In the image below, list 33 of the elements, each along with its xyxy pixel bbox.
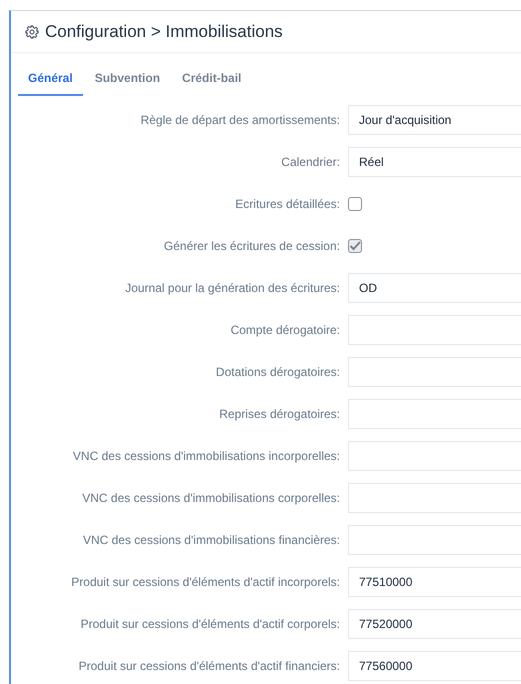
field-label: Produit sur cessions d'éléments d'actif corporels: [80,617,340,631]
input-field[interactable]: Jour d'acquisition [348,105,521,135]
input-field[interactable] [348,441,521,471]
field-label: Calendrier: [280,155,340,169]
tab[interactable]: Général [18,65,83,96]
field-label: Compte dérogatoire: [230,323,340,337]
tab[interactable]: Crédit-bail [172,65,252,96]
input-field[interactable]: 77510000 [348,567,521,597]
field-label: Produit sur cessions d'éléments d'actif financiers: [78,659,340,673]
settings-icon [25,24,39,38]
field-label: Ecritures détaillées: [234,197,340,211]
field-label: Produit sur cessions d'éléments d'actif incorporels: [70,575,340,589]
field-label: VNC des cessions d'immobilisations financières: [82,533,340,547]
input-field[interactable] [348,525,521,555]
field-label: Journal pour la génération des écritures: [124,281,340,295]
field-label: VNC des cessions d'immobilisations corporelles: [81,491,340,505]
input-field[interactable] [348,399,521,429]
checkbox[interactable] [348,239,362,253]
field-label: Générer les écritures de cession: [162,239,340,253]
field-label: Dotations dérogatoires: [214,365,340,379]
input-field[interactable]: 77560000 [348,651,521,681]
field-label: Reprises dérogatoires: [218,407,340,421]
input-field[interactable] [348,357,521,387]
input-field[interactable]: 77520000 [348,609,521,639]
field-label: Règle de départ des amortissements: [140,113,340,127]
input-field[interactable]: OD [348,273,521,303]
input-field[interactable] [348,483,521,513]
checkbox[interactable] [348,197,362,211]
window-title: Configuration > Immobilisations [45,22,283,42]
tab[interactable]: Subvention [84,65,170,96]
field-label: VNC des cessions d'immobilisations incorporelles: [72,449,340,463]
input-field[interactable] [348,315,521,345]
input-field[interactable]: Réel [348,147,521,177]
